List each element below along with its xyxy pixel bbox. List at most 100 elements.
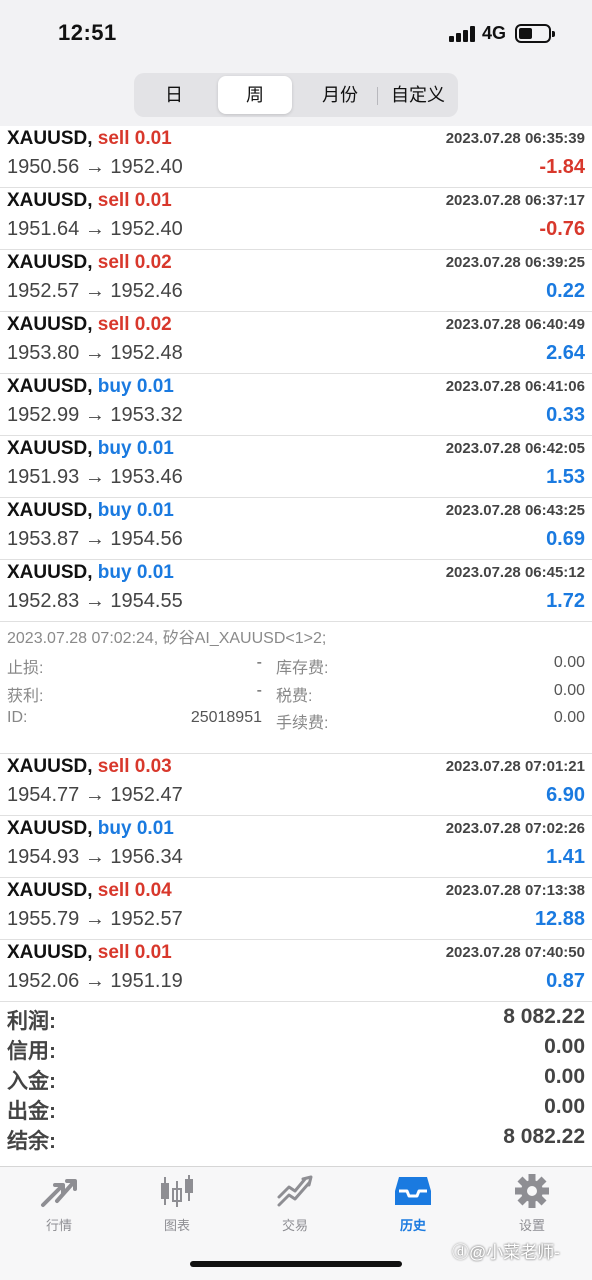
tab-label: 设置 <box>518 1218 545 1233</box>
deal-time: 2023.07.28 06:35:39 <box>445 130 585 147</box>
deal-profit: -0.76 <box>539 218 585 240</box>
deal-time: 2023.07.28 07:40:50 <box>445 944 585 961</box>
tab-trade[interactable]: 交易 <box>245 1173 345 1239</box>
total-label: 利润: <box>7 1010 56 1033</box>
tab-label: 历史 <box>399 1218 426 1233</box>
symbol-text: XAUUSD, <box>7 190 93 211</box>
deal-profit: -1.84 <box>539 156 585 178</box>
total-label: 信用: <box>7 1040 56 1063</box>
period-tab-week[interactable]: 周 <box>218 76 292 114</box>
deal-symbol: XAUUSD, sell 0.01 <box>7 942 172 964</box>
deal-direction: buy 0.01 <box>97 818 174 839</box>
deal-symbol: XAUUSD, buy 0.01 <box>7 818 174 840</box>
id-label: ID: <box>7 709 28 726</box>
deal-detail-panel[interactable]: 2023.07.28 07:02:24, 矽谷AI_XAUUSD<1>2; 止损… <box>0 622 592 754</box>
deal-profit: 2.64 <box>546 342 585 364</box>
deal-symbol: XAUUSD, sell 0.01 <box>7 128 172 150</box>
deal-profit: 0.69 <box>546 528 585 550</box>
total-row-balance: 结余: 8 082.22 <box>0 1123 592 1153</box>
deal-time: 2023.07.28 06:37:17 <box>445 192 585 209</box>
deal-prices: 1952.99 → 1953.32 <box>7 404 183 426</box>
deal-prices: 1952.06 → 1951.19 <box>7 970 183 992</box>
deal-row[interactable]: XAUUSD, sell 0.03 2023.07.28 07:01:21 1954… <box>0 754 592 816</box>
detail-header: 2023.07.28 07:02:24, 矽谷AI_XAUUSD<1>2; <box>7 630 327 647</box>
symbol-text: XAUUSD, <box>7 880 93 901</box>
deal-symbol: XAUUSD, sell 0.03 <box>7 756 172 778</box>
symbol-text: XAUUSD, <box>7 252 93 273</box>
deal-symbol: XAUUSD, buy 0.01 <box>7 376 174 398</box>
trade-chart-icon <box>277 1175 313 1207</box>
deal-row[interactable]: XAUUSD, sell 0.02 2023.07.28 06:40:49 1953… <box>0 312 592 374</box>
detail-row: 获利: - 税费: 0.00 <box>0 682 592 708</box>
deal-direction: sell 0.02 <box>97 314 172 335</box>
deal-time: 2023.07.28 07:01:21 <box>445 758 585 775</box>
watermark-text: 小菜老师 <box>486 1243 555 1262</box>
deal-symbol: XAUUSD, buy 0.01 <box>7 562 174 584</box>
deal-row[interactable]: XAUUSD, buy 0.01 2023.07.28 06:45:12 1952.… <box>0 560 592 622</box>
deal-row[interactable]: XAUUSD, sell 0.02 2023.07.28 06:39:25 1952… <box>0 250 592 312</box>
deal-prices: 1955.79 → 1952.57 <box>7 908 183 930</box>
deal-time: 2023.07.28 06:43:25 <box>445 502 585 519</box>
deal-profit: 0.87 <box>546 970 585 992</box>
total-value: 8 082.22 <box>503 1125 585 1148</box>
deal-row[interactable]: XAUUSD, sell 0.01 2023.07.28 07:40:50 1952… <box>0 940 592 1002</box>
total-label: 出金: <box>7 1100 56 1123</box>
deal-row[interactable]: XAUUSD, buy 0.01 2023.07.28 06:43:25 1953.… <box>0 498 592 560</box>
deal-profit: 12.88 <box>534 908 585 930</box>
quotes-arrows-icon <box>41 1179 77 1207</box>
history-list: XAUUSD, sell 0.01 2023.07.28 06:35:39 1950… <box>0 126 592 1002</box>
period-header: 日 周 月份 自定义 <box>0 68 592 126</box>
status-bar: 12:51 4G <box>0 0 592 68</box>
totals-summary: 利润: 8 082.22 信用: 0.00 入金: 0.00 出金: 0.00 … <box>0 1003 592 1153</box>
total-label: 结余: <box>7 1130 56 1153</box>
tax-value: 0.00 <box>553 682 585 699</box>
deal-row[interactable]: XAUUSD, buy 0.01 2023.07.28 06:42:05 1951.… <box>0 436 592 498</box>
period-tab-day[interactable]: 日 <box>138 76 210 114</box>
segment-divider <box>377 87 378 105</box>
gear-icon <box>515 1174 549 1208</box>
tab-settings[interactable]: 设置 <box>482 1173 582 1239</box>
deal-row[interactable]: XAUUSD, sell 0.01 2023.07.28 06:35:39 1950… <box>0 126 592 188</box>
tab-label: 行情 <box>45 1218 72 1233</box>
deal-prices: 1951.93 → 1953.46 <box>7 466 183 488</box>
period-segmented-control: 日 周 月份 自定义 <box>134 73 458 117</box>
deal-prices: 1952.83 → 1954.55 <box>7 590 183 612</box>
deal-profit: 0.22 <box>546 280 585 302</box>
deal-row[interactable]: XAUUSD, buy 0.01 2023.07.28 07:02:26 1954.… <box>0 816 592 878</box>
deal-prices: 1953.80 → 1952.48 <box>7 342 183 364</box>
commission-label: 手续费: <box>276 715 329 732</box>
tab-history[interactable]: 历史 <box>363 1173 463 1239</box>
home-indicator[interactable] <box>190 1261 402 1267</box>
take-profit-value: - <box>256 682 262 699</box>
take-profit-label: 获利: <box>7 688 44 705</box>
tab-label: 交易 <box>281 1218 308 1233</box>
commission-value: 0.00 <box>553 709 585 726</box>
symbol-text: XAUUSD, <box>7 818 93 839</box>
symbol-text: XAUUSD, <box>7 438 93 459</box>
deal-direction: buy 0.01 <box>97 500 174 521</box>
network-type: 4G <box>482 23 507 43</box>
deal-row[interactable]: XAUUSD, buy 0.01 2023.07.28 06:41:06 1952.… <box>0 374 592 436</box>
deal-time: 2023.07.28 06:41:06 <box>445 378 585 395</box>
tax-label: 税费: <box>276 688 313 705</box>
period-tab-month[interactable]: 月份 <box>300 76 380 114</box>
period-tab-custom[interactable]: 自定义 <box>380 76 456 114</box>
deal-symbol: XAUUSD, sell 0.04 <box>7 880 172 902</box>
tab-chart[interactable]: 图表 <box>127 1173 227 1239</box>
swap-value: 0.00 <box>553 654 585 671</box>
deal-direction: buy 0.01 <box>97 376 174 397</box>
deal-time: 2023.07.28 06:40:49 <box>445 316 585 333</box>
tab-label: 图表 <box>163 1218 190 1233</box>
deal-direction: sell 0.01 <box>97 128 172 149</box>
detail-row: ID: 25018951 手续费: 0.00 <box>0 709 592 735</box>
total-value: 0.00 <box>544 1065 585 1088</box>
total-value: 0.00 <box>544 1095 585 1118</box>
deal-row[interactable]: XAUUSD, sell 0.04 2023.07.28 07:13:38 1955… <box>0 878 592 940</box>
deal-time: 2023.07.28 06:39:25 <box>445 254 585 271</box>
deal-direction: buy 0.01 <box>97 562 174 583</box>
total-row-credit: 信用: 0.00 <box>0 1033 592 1063</box>
symbol-text: XAUUSD, <box>7 942 93 963</box>
tab-quotes[interactable]: 行情 <box>9 1173 109 1239</box>
deal-row[interactable]: XAUUSD, sell 0.01 2023.07.28 06:37:17 1951… <box>0 188 592 250</box>
deal-symbol: XAUUSD, sell 0.02 <box>7 252 172 274</box>
